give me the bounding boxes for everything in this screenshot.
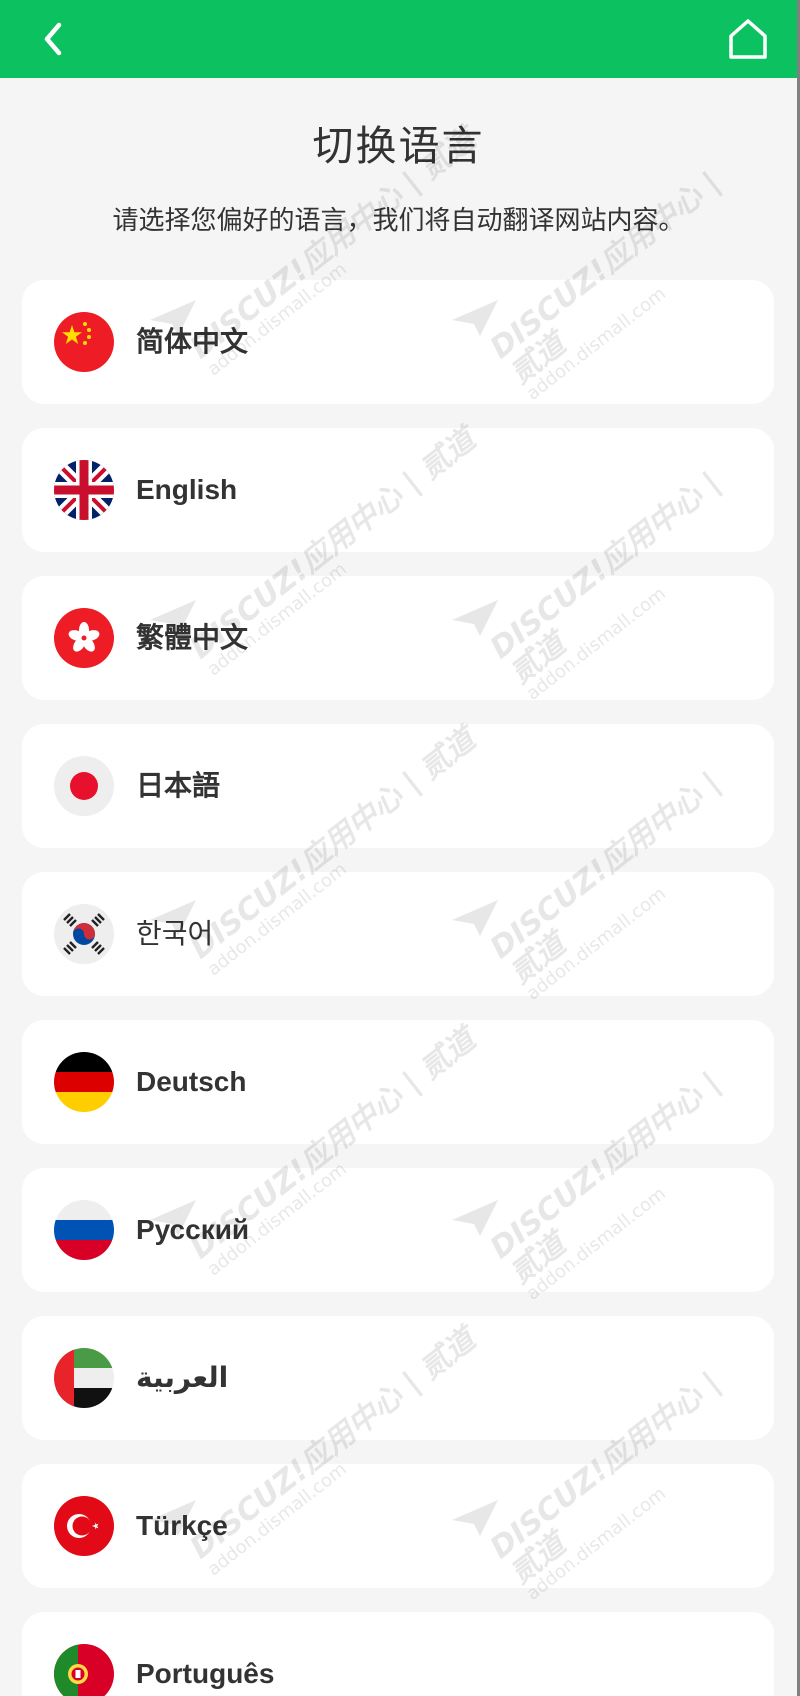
language-label: 简体中文 <box>136 325 249 358</box>
language-item-tr[interactable]: Türkçe <box>22 1464 774 1588</box>
language-label: 日本語 <box>136 769 221 802</box>
app-screen: 切换语言 请选择您偏好的语言，我们将自动翻译网站内容。 简体中文 English… <box>0 0 797 1696</box>
uae-flag-icon <box>54 1348 114 1408</box>
chevron-left-icon <box>44 22 62 56</box>
korea-flag-icon <box>54 904 114 964</box>
language-item-ru[interactable]: Русский <box>22 1168 774 1292</box>
russia-flag-icon <box>54 1200 114 1260</box>
germany-flag-icon <box>54 1052 114 1112</box>
page-title: 切换语言 <box>312 122 485 170</box>
home-icon <box>729 19 767 59</box>
portugal-flag-icon <box>54 1644 114 1696</box>
language-item-pt[interactable]: Português <box>22 1612 774 1696</box>
page-subtitle: 请选择您偏好的语言，我们将自动翻译网站内容。 <box>112 206 685 236</box>
language-item-ar[interactable]: العربية <box>22 1316 774 1440</box>
language-label: 繁體中文 <box>136 621 249 654</box>
home-button[interactable] <box>723 14 773 64</box>
language-item-zh-cn[interactable]: 简体中文 <box>22 280 774 404</box>
language-label: Русский <box>136 1214 250 1245</box>
turkey-flag-icon <box>54 1496 114 1556</box>
language-item-ko[interactable]: 한국어 <box>22 872 774 996</box>
language-item-en[interactable]: English <box>22 428 774 552</box>
language-label: العربية <box>136 1362 229 1393</box>
uk-flag-icon <box>54 460 114 520</box>
language-item-de[interactable]: Deutsch <box>22 1020 774 1144</box>
language-label: Deutsch <box>136 1066 247 1097</box>
language-label: English <box>136 474 238 505</box>
top-bar <box>0 0 797 78</box>
language-label: Türkçe <box>136 1510 228 1541</box>
hong-kong-flag-icon <box>54 608 114 668</box>
language-label: Português <box>136 1658 275 1689</box>
language-item-ja[interactable]: 日本語 <box>22 724 774 848</box>
language-label: 한국어 <box>136 918 214 949</box>
language-item-zh-tw[interactable]: 繁體中文 <box>22 576 774 700</box>
china-flag-icon <box>54 312 114 372</box>
japan-flag-icon <box>54 756 114 816</box>
back-button[interactable] <box>34 16 74 62</box>
